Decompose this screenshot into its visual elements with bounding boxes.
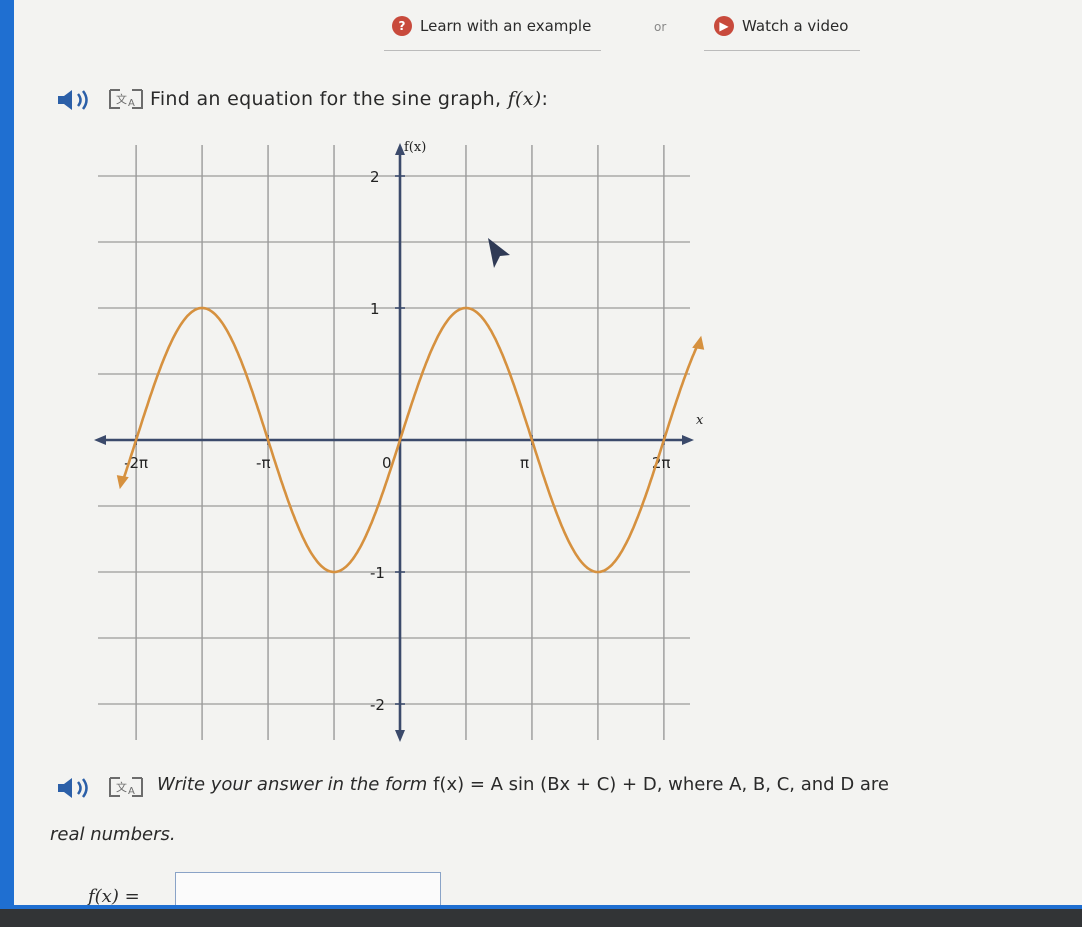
translate-icon-2[interactable]: 文 A <box>106 774 146 800</box>
y-tick-label: 2 <box>370 168 380 186</box>
svg-text:文: 文 <box>116 780 127 794</box>
x-tick-label: -π <box>256 454 270 472</box>
x-axis-left-arrow <box>94 435 106 445</box>
speaker-icon-2[interactable] <box>56 776 98 800</box>
y-axis-down-arrow <box>395 730 405 742</box>
instruction-after: , where A, B, C, and D are <box>656 774 890 795</box>
y-tick-label: -2 <box>370 696 385 714</box>
instruction-line-2: real numbers. <box>50 824 176 845</box>
taskbar <box>0 905 1082 927</box>
x-tick-label: π <box>520 454 529 472</box>
tick-labels: f(x)x-2π -π 0 π 2π21-1-2 <box>124 140 704 714</box>
y-axis-label: f(x) <box>404 140 426 155</box>
answer-input[interactable] <box>175 872 441 908</box>
instruction-before: Write your answer in the form <box>157 774 434 795</box>
x-axis-label: x <box>696 413 704 428</box>
grid <box>98 145 690 740</box>
instruction-formula: f(x) = A sin (Bx + C) + D <box>433 774 657 795</box>
axes <box>94 143 694 742</box>
svg-text:A: A <box>128 786 135 797</box>
y-tick-label: -1 <box>370 564 385 582</box>
answer-label: f(x) = <box>88 886 140 907</box>
curve-arrow-end <box>692 335 705 350</box>
curve-arrow-start <box>116 475 129 490</box>
x-axis-right-arrow <box>682 435 694 445</box>
y-tick-label: 1 <box>370 300 380 318</box>
instruction-line-1: Write your answer in the form f(x) = A s… <box>157 774 889 795</box>
